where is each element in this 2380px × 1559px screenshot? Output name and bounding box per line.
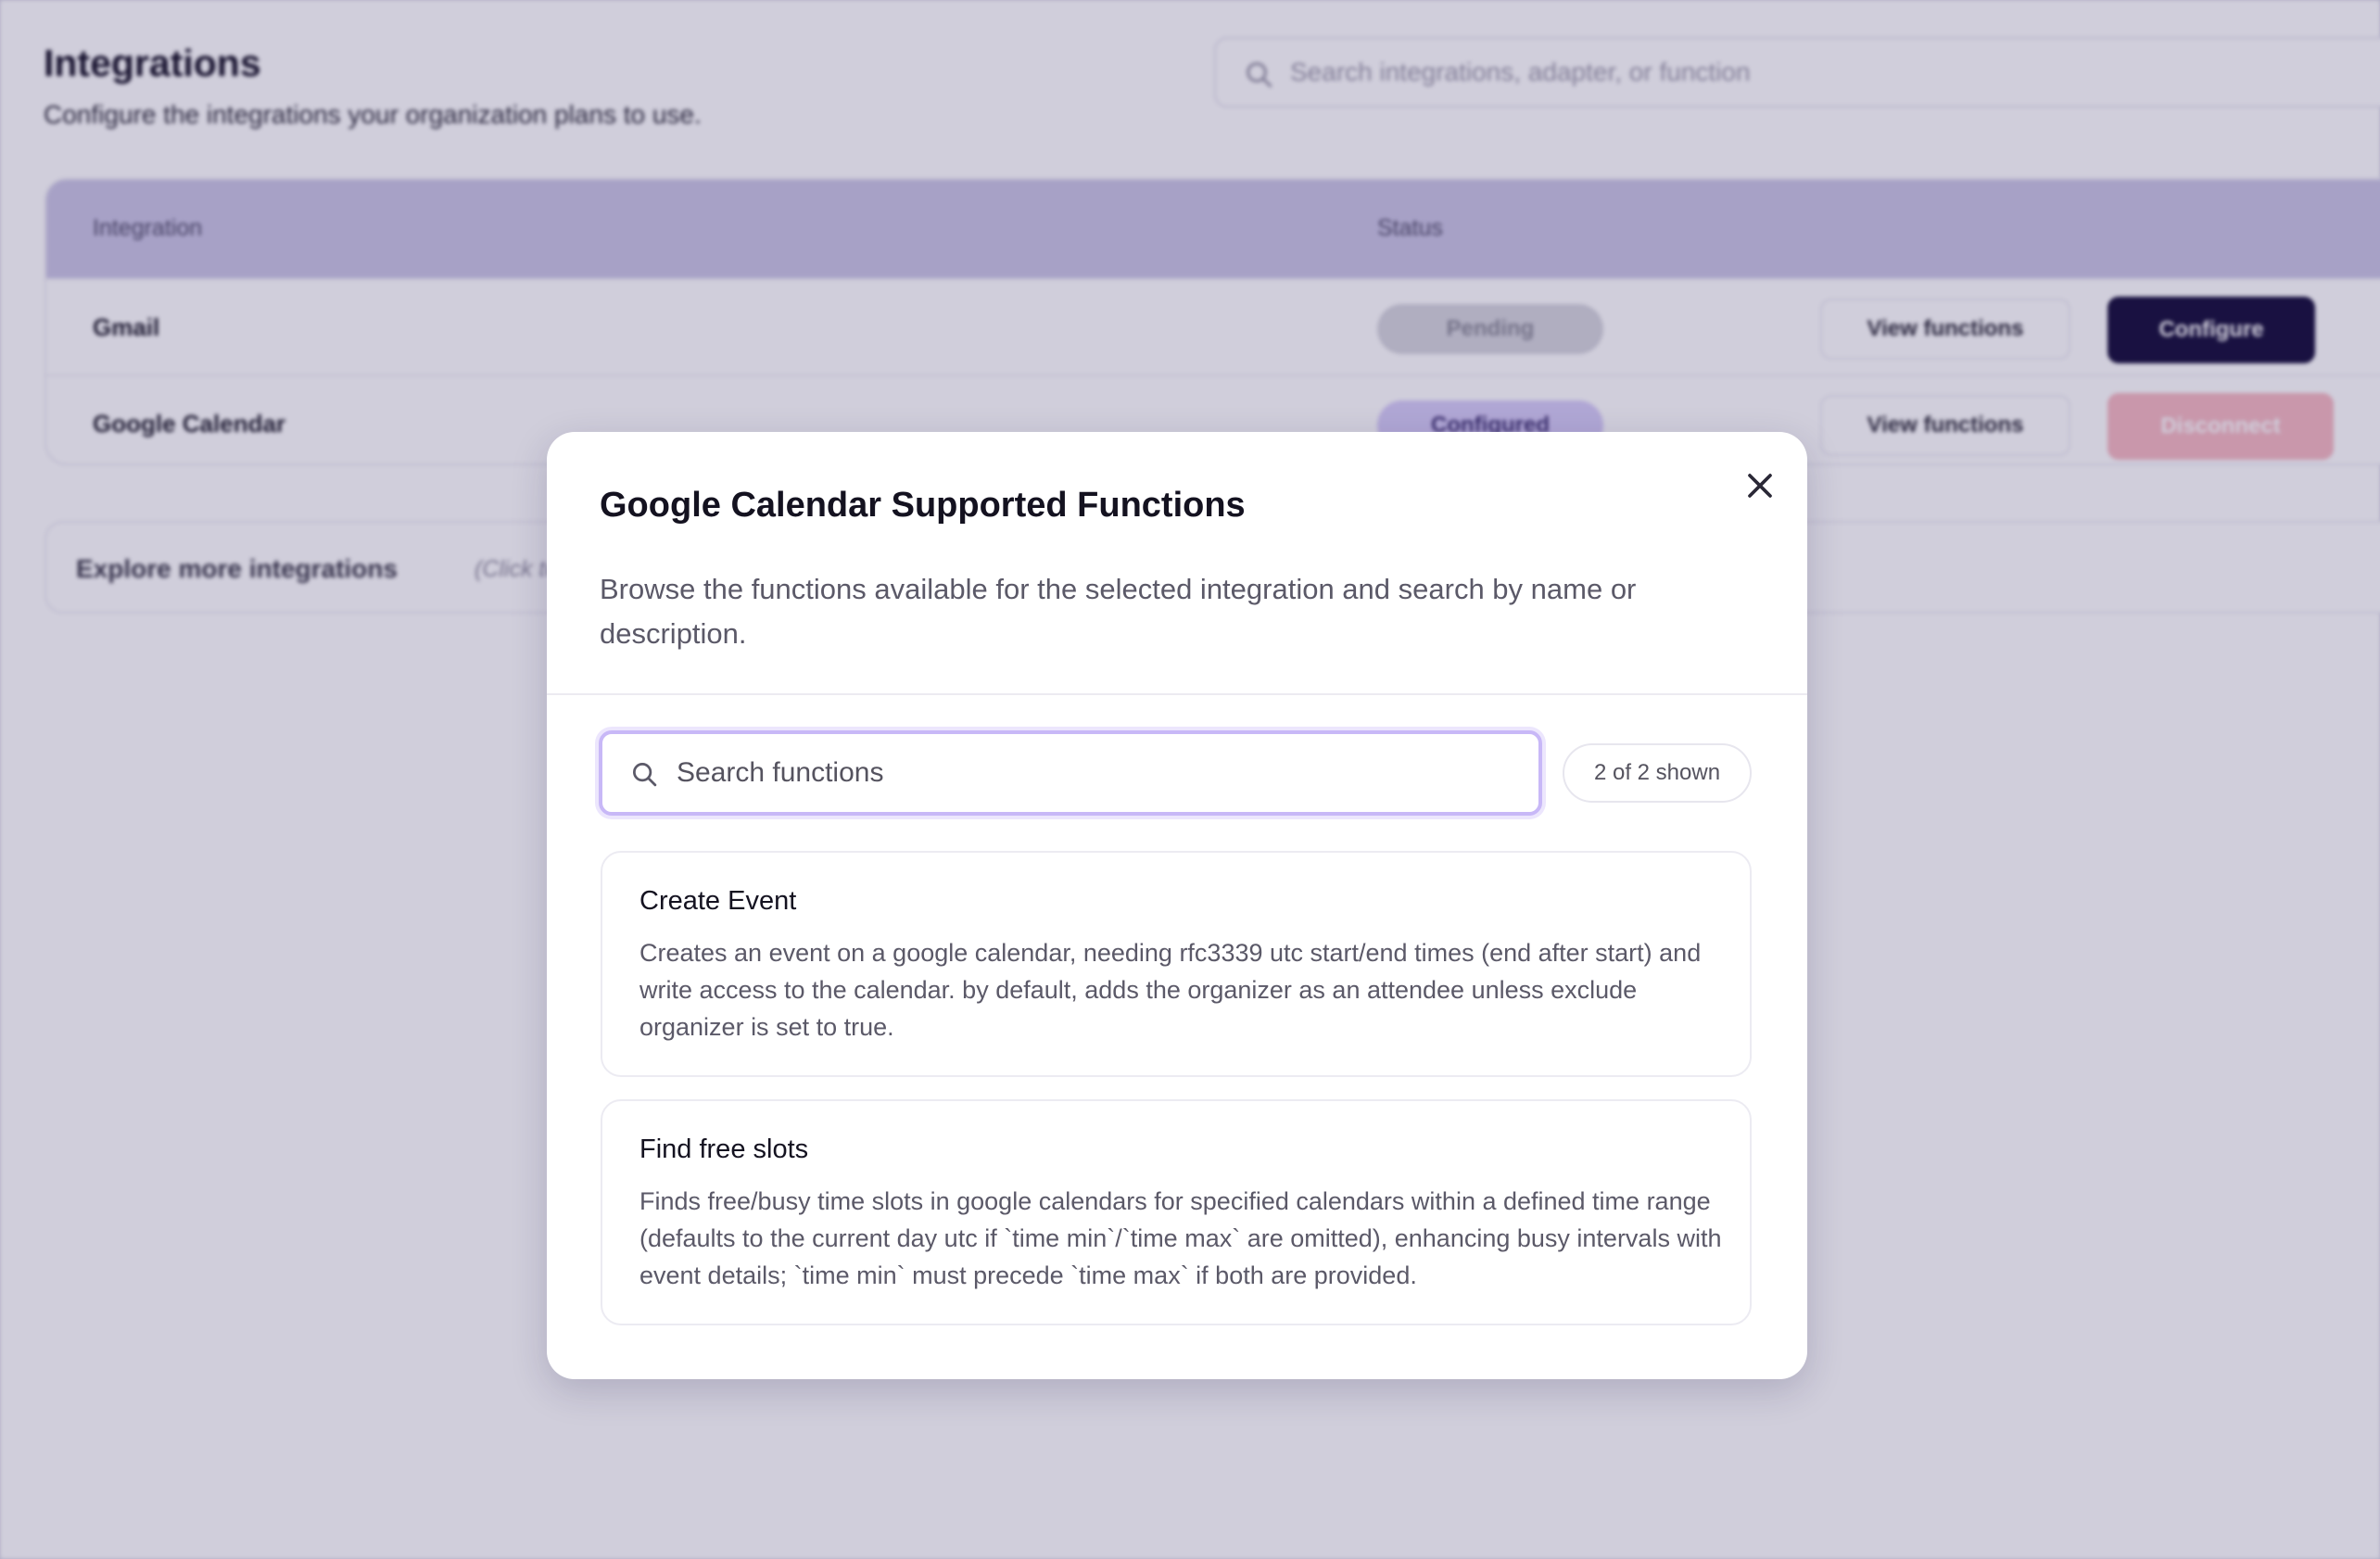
function-description: Creates an event on a google calendar, n… [639,939,1702,1041]
close-icon[interactable] [1740,465,1780,506]
search-icon [633,763,657,787]
dialog-description: Browse the functions available for the s… [600,573,1637,650]
supported-functions-dialog: Google Calendar Supported Functions Brow… [547,432,1807,1379]
function-card[interactable]: Find free slots Finds free/busy time slo… [601,1099,1752,1325]
function-card[interactable]: Create Event Creates an event on a googl… [601,851,1752,1077]
function-name: Find free slots [639,1134,809,1164]
function-search-field[interactable] [599,730,1542,816]
dialog-title: Google Calendar Supported Functions [600,486,1246,525]
function-description: Finds free/busy time slots in google cal… [639,1187,1722,1289]
results-count-badge: 2 of 2 shown [1563,743,1752,803]
function-search-input[interactable] [677,743,1511,803]
divider [547,693,1807,695]
function-name: Create Event [639,886,797,916]
